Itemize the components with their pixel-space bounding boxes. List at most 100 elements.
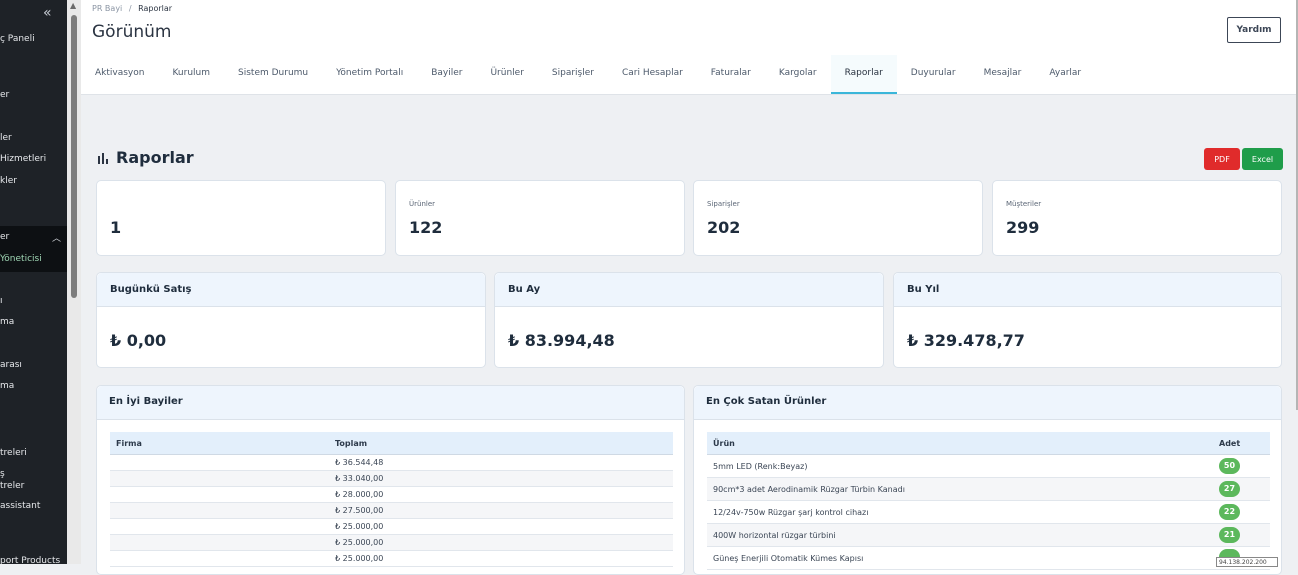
sidebar-subitem[interactable]: Yöneticisi	[0, 254, 42, 264]
tab-bar: Aktivasyon Kurulum Sistem Durumu Yönetim…	[81, 55, 1095, 94]
quantity-badge: 21	[1219, 527, 1240, 543]
column-header[interactable]: Toplam	[329, 432, 673, 455]
collapse-sidebar-icon[interactable]: «	[43, 5, 52, 21]
sidebar-item[interactable]: ma	[0, 381, 14, 391]
tab-yonetim-portali[interactable]: Yönetim Portalı	[322, 55, 417, 92]
tab-siparisler[interactable]: Siparişler	[538, 55, 608, 92]
tab-duyurular[interactable]: Duyurular	[897, 55, 970, 92]
column-header[interactable]: Adet	[1213, 432, 1270, 455]
table-row: ₺ 25.000,00	[110, 518, 673, 535]
product-cell: 90cm*3 adet Aerodinamik Rüzgar Türbin Ka…	[707, 477, 1213, 501]
stat-value: 202	[707, 218, 741, 237]
stat-label: Müşteriler	[1006, 200, 1042, 208]
breadcrumb-root[interactable]: PR Bayi	[92, 4, 122, 13]
export-pdf-button[interactable]: PDF	[1204, 148, 1240, 170]
top-products-panel: En Çok Satan Ürünler Ürün Adet 5mm LED (…	[693, 385, 1282, 575]
page-title: Görünüm	[92, 22, 172, 42]
sidebar-item[interactable]: kler	[0, 176, 17, 186]
sidebar-item[interactable]: ş	[0, 469, 5, 479]
sales-value: ₺ 329.478,77	[907, 331, 1025, 350]
top-dealers-panel: En İyi Bayiler Firma Toplam ₺ 36.544,48 …	[96, 385, 685, 575]
total-cell: ₺ 27.500,00	[329, 502, 673, 519]
total-cell: ₺ 25.000,00	[329, 550, 673, 567]
quantity-badge: 27	[1219, 481, 1240, 497]
stat-value: 299	[1006, 218, 1040, 237]
table-row: ₺ 36.544,48	[110, 454, 673, 471]
tab-aktivasyon[interactable]: Aktivasyon	[81, 55, 158, 92]
firm-cell	[110, 518, 329, 535]
tab-kurulum[interactable]: Kurulum	[158, 55, 224, 92]
stat-card-products: Ürünler 122	[395, 180, 685, 256]
total-cell: ₺ 36.544,48	[329, 454, 673, 471]
tab-faturalar[interactable]: Faturalar	[697, 55, 765, 92]
sidebar-item[interactable]: ma	[0, 317, 14, 327]
sidebar-item[interactable]: treler	[0, 481, 24, 491]
tab-mesajlar[interactable]: Mesajlar	[970, 55, 1036, 92]
product-cell: Güneş Enerjili Otomatik Kümes Kapısı	[707, 546, 1213, 570]
sidebar-item[interactable]: ı	[0, 296, 3, 306]
sidebar-item[interactable]: ç Paneli	[0, 34, 35, 44]
table-row: 90cm*3 adet Aerodinamik Rüzgar Türbin Ka…	[707, 477, 1270, 501]
column-header[interactable]: Firma	[110, 432, 329, 455]
firm-cell	[110, 550, 329, 567]
tab-ayarlar[interactable]: Ayarlar	[1035, 55, 1095, 92]
sales-card-today: Bugünkü Satış ₺ 0,00	[96, 272, 486, 368]
table-row: 400W horizontal rüzgar türbini 21	[707, 523, 1270, 547]
sidebar-item[interactable]: Hizmetleri	[0, 154, 46, 164]
export-excel-button[interactable]: Excel	[1242, 148, 1283, 170]
help-button[interactable]: Yardım	[1227, 17, 1281, 43]
sidebar: « ç Paneli er ler Hizmetleri kler er ︿ Y…	[0, 0, 67, 564]
chevron-up-icon[interactable]: ︿	[52, 231, 61, 244]
sales-value: ₺ 83.994,48	[508, 331, 615, 350]
tab-urunler[interactable]: Ürünler	[476, 55, 537, 92]
sidebar-item[interactable]: port Products	[0, 556, 60, 564]
stat-value: 122	[409, 218, 443, 237]
sidebar-scrollbar[interactable]: ▲	[67, 0, 81, 564]
tab-kargolar[interactable]: Kargolar	[765, 55, 831, 92]
panel-title: En Çok Satan Ürünler	[706, 396, 827, 407]
breadcrumb-separator: /	[128, 4, 132, 13]
tab-sistem-durumu[interactable]: Sistem Durumu	[224, 55, 322, 92]
quantity-badge: 22	[1219, 504, 1240, 520]
sidebar-item[interactable]: assistant	[0, 501, 40, 511]
top-products-table: Ürün Adet 5mm LED (Renk:Beyaz) 50 90cm*3 …	[707, 432, 1270, 570]
panel-title: En İyi Bayiler	[109, 396, 183, 407]
sales-card-month: Bu Ay ₺ 83.994,48	[494, 272, 884, 368]
table-row: Güneş Enerjili Otomatik Kümes Kapısı	[707, 546, 1270, 570]
tab-cari-hesaplar[interactable]: Cari Hesaplar	[608, 55, 697, 92]
total-cell: ₺ 28.000,00	[329, 486, 673, 503]
quantity-badge: 50	[1219, 458, 1240, 474]
sales-value: ₺ 0,00	[110, 331, 167, 350]
column-header[interactable]: Ürün	[707, 432, 1213, 455]
top-dealers-table: Firma Toplam ₺ 36.544,48 ₺ 33.040,00 ₺ 2…	[110, 432, 673, 567]
sales-label: Bu Ay	[508, 284, 541, 295]
sidebar-item-label: er	[0, 232, 10, 242]
scroll-up-icon[interactable]: ▲	[70, 1, 76, 10]
table-row: ₺ 25.000,00	[110, 534, 673, 551]
stat-label: Ürünler	[409, 200, 436, 208]
page-header: PR Bayi / Raporlar Görünüm Yardım Aktiva…	[81, 0, 1298, 95]
sidebar-item[interactable]: er	[0, 90, 9, 100]
sidebar-item[interactable]: treleri	[0, 448, 27, 458]
sidebar-item[interactable]: arası	[0, 360, 22, 370]
total-cell: ₺ 25.000,00	[329, 518, 673, 535]
product-cell: 400W horizontal rüzgar türbini	[707, 523, 1213, 547]
total-cell: ₺ 25.000,00	[329, 534, 673, 551]
breadcrumb-current: Raporlar	[138, 4, 173, 13]
firm-cell	[110, 534, 329, 551]
stat-label: Siparişler	[707, 200, 740, 208]
table-row: ₺ 25.000,00	[110, 550, 673, 567]
stat-value: 1	[110, 218, 122, 237]
scrollbar-thumb[interactable]	[71, 15, 77, 298]
table-row: ₺ 28.000,00	[110, 486, 673, 503]
sidebar-item[interactable]: ler	[0, 133, 12, 143]
firm-cell	[110, 454, 329, 471]
tab-bayiler[interactable]: Bayiler	[417, 55, 476, 92]
table-row: 12/24v-750w Rüzgar şarj kontrol cihazı 22	[707, 500, 1270, 524]
stat-card-dealers: 1	[96, 180, 386, 256]
tab-raporlar[interactable]: Raporlar	[830, 55, 897, 94]
reports-heading: Raporlar	[97, 148, 194, 167]
product-cell: 5mm LED (Renk:Beyaz)	[707, 454, 1213, 478]
sales-label: Bugünkü Satış	[110, 284, 192, 295]
sidebar-item-expanded[interactable]: er ︿ Yöneticisi	[0, 226, 67, 272]
